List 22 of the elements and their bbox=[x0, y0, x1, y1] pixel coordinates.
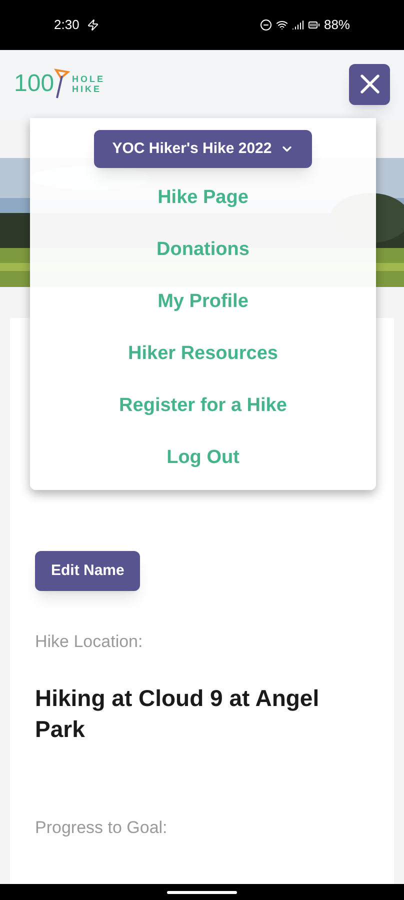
battery-level: 88% bbox=[324, 16, 350, 34]
menu-link[interactable]: Hike Page bbox=[158, 184, 248, 212]
battery-icon bbox=[308, 19, 320, 31]
edit-name-button[interactable]: Edit Name bbox=[35, 551, 140, 591]
do-not-disturb-icon bbox=[260, 19, 272, 31]
menu-link[interactable]: Log Out bbox=[166, 444, 240, 472]
menu-link[interactable]: My Profile bbox=[158, 288, 248, 316]
progress-label: Progress to Goal: bbox=[35, 816, 168, 838]
home-handle[interactable] bbox=[167, 890, 237, 894]
menu-link[interactable]: Register for a Hike bbox=[119, 392, 287, 420]
location-label: Hike Location: bbox=[35, 631, 144, 653]
close-button[interactable] bbox=[349, 64, 390, 104]
charging-icon bbox=[87, 19, 100, 31]
logo-number: 100 bbox=[14, 69, 54, 99]
logo-word: HIKE bbox=[72, 84, 103, 94]
menu-link[interactable]: Donations bbox=[156, 236, 250, 264]
logo-flag-icon bbox=[54, 68, 70, 100]
menu-link[interactable]: Hiker Resources bbox=[128, 340, 278, 368]
status-time: 2:30 bbox=[54, 16, 80, 34]
hike-selector[interactable]: YOC Hiker's Hike 2022 bbox=[94, 130, 312, 168]
hike-location: Hiking at Cloud 9 at Angel Park bbox=[35, 684, 320, 744]
logo-word: HOLE bbox=[72, 74, 106, 84]
